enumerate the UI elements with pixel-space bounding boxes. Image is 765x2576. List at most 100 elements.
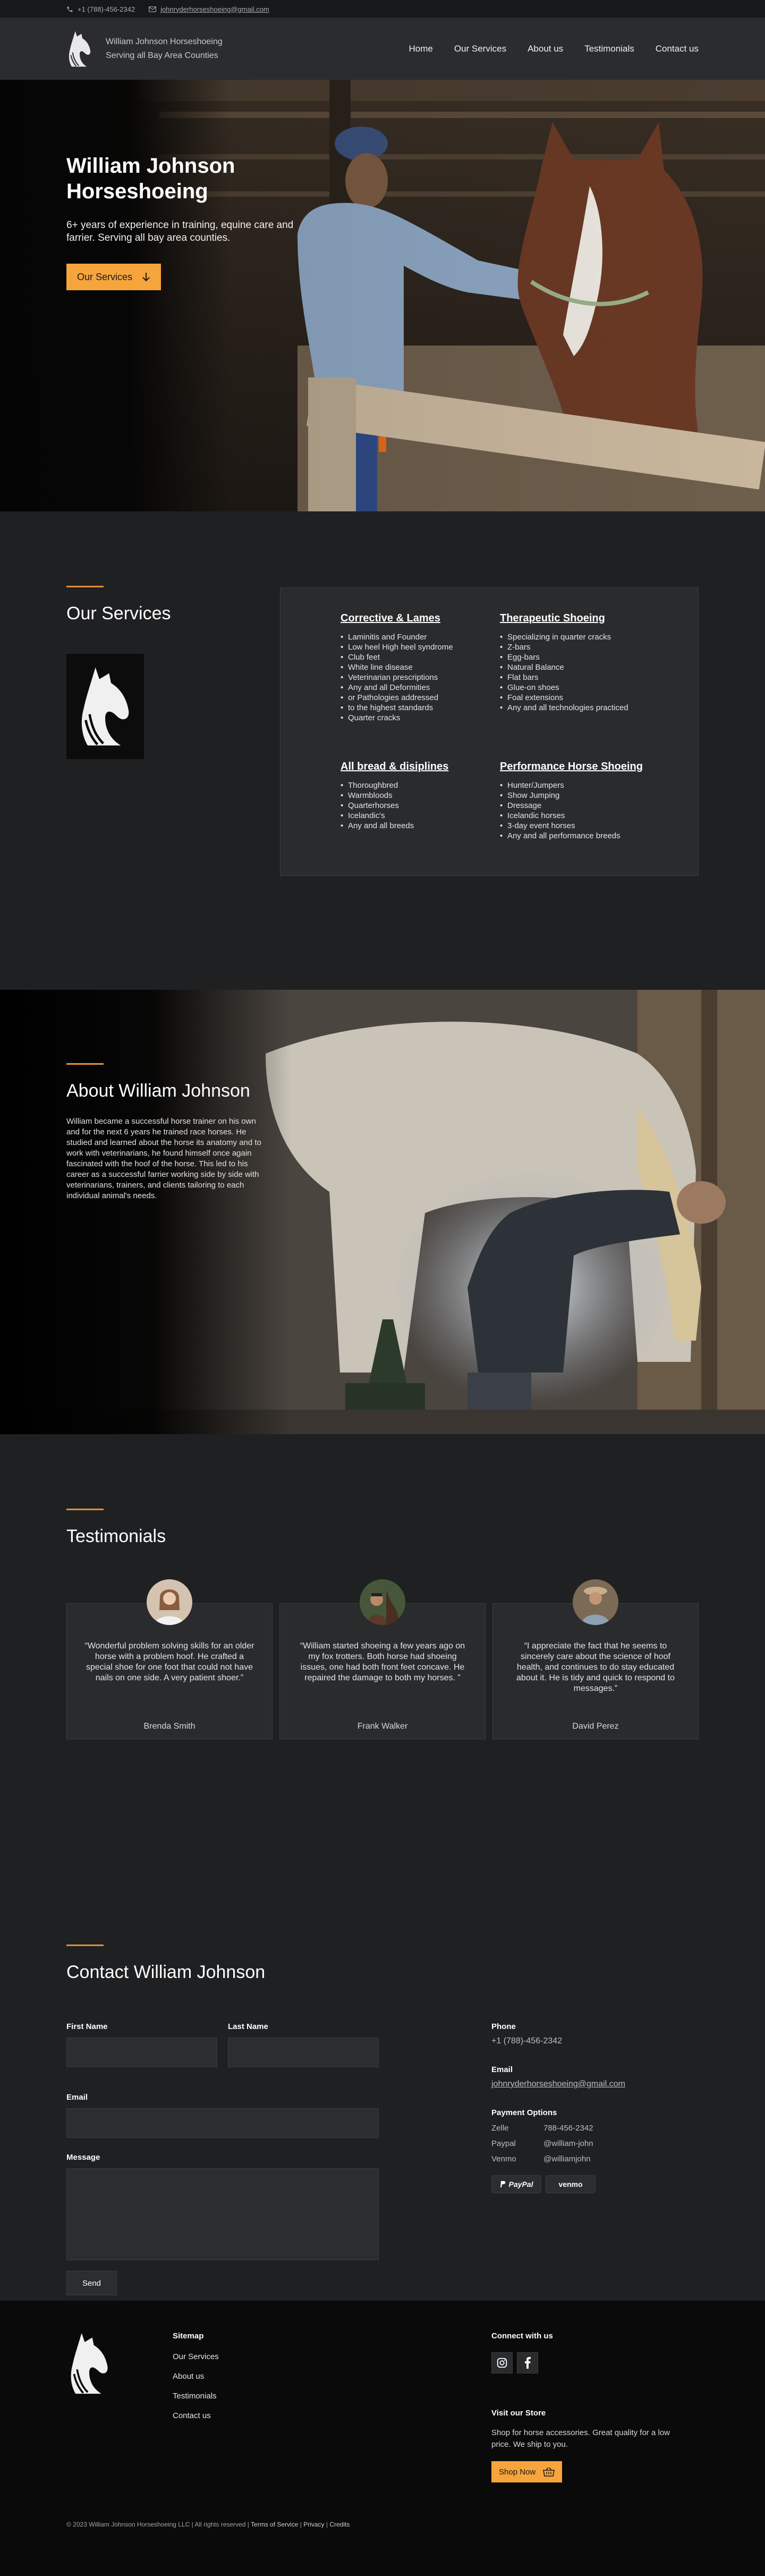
service-list: Hunter/JumpersShow JumpingDressageIcelan… [500, 780, 643, 841]
footer-link-testimonials[interactable]: Testimonials [173, 2392, 219, 2401]
service-list-item: Specializing in quarter cracks [500, 632, 643, 642]
footer-horse-logo-icon [71, 2333, 108, 2394]
last-name-label: Last Name [228, 2022, 268, 2031]
hero-title: William Johnson Horseshoeing [66, 154, 235, 203]
email-input[interactable] [66, 2108, 379, 2138]
send-button[interactable]: Send [66, 2271, 117, 2295]
credits-link[interactable]: Credits [329, 2521, 350, 2528]
store-block: Visit our Store Shop for horse accessori… [491, 2409, 683, 2482]
service-list-item: Z-bars [500, 642, 643, 652]
hero-section: William Johnson Horseshoeing 6+ years of… [0, 80, 765, 511]
topbar-phone-text: +1 (788)-456-2342 [78, 5, 135, 13]
service-title: Performance Horse Shoeing [500, 761, 643, 772]
footer: Sitemap Our Services About us Testimonia… [0, 2301, 765, 2576]
horse-head-image [66, 654, 144, 759]
our-services-button[interactable]: Our Services [66, 264, 162, 290]
email-link[interactable]: johnryderhorseshoeing@gmail.com [491, 2080, 699, 2089]
avatar [360, 1579, 405, 1625]
service-list-item: Low heel High heel syndrome [341, 642, 484, 652]
phone-icon [67, 6, 73, 12]
service-list-item: Veterinarian prescriptions [341, 672, 484, 683]
top-bar: +1 (788)-456-2342 johnryderhorseshoeing@… [0, 0, 765, 18]
avatar [147, 1579, 192, 1625]
service-all-breeds: All bread & disiplines ThoroughbredWarmb… [341, 761, 484, 831]
hero-subtitle: 6+ years of experience in training, equi… [66, 220, 294, 243]
section-divider [66, 1509, 104, 1510]
service-list-item: Egg-bars [500, 652, 643, 662]
topbar-phone[interactable]: +1 (788)-456-2342 [66, 5, 135, 13]
message-textarea[interactable] [66, 2168, 379, 2260]
footer-link-our-services[interactable]: Our Services [173, 2352, 219, 2361]
service-list-item: Icelandic horses [500, 811, 643, 821]
testimonial-author: David Perez [572, 1722, 619, 1731]
facebook-button[interactable] [517, 2352, 538, 2373]
footer-link-about-us[interactable]: About us [173, 2372, 219, 2381]
brand[interactable]: William Johnson Horseshoeing Serving all… [66, 30, 223, 68]
topbar-email[interactable]: johnryderhorseshoeing@gmail.com [149, 5, 269, 13]
first-name-input[interactable] [66, 2038, 217, 2067]
payment-value: @william-john [543, 2139, 593, 2148]
nav-home[interactable]: Home [409, 44, 432, 54]
footer-sitemap: Sitemap Our Services About us Testimonia… [173, 2331, 219, 2431]
paypal-button[interactable]: PayPal [491, 2175, 541, 2193]
instagram-button[interactable] [491, 2352, 513, 2373]
privacy-link[interactable]: Privacy [303, 2521, 324, 2528]
service-performance-shoeing: Performance Horse Shoeing Hunter/Jumpers… [500, 761, 643, 841]
hero-image-farrier-with-horse [0, 80, 765, 511]
service-list-item: Any and all technologies practiced [500, 703, 643, 713]
service-list-item: Glue-on shoes [500, 683, 643, 693]
payment-paypal: Paypal @william-john [491, 2139, 699, 2148]
service-title: Therapeutic Shoeing [500, 612, 605, 624]
testimonial-card: “I appreciate the fact that he seems to … [492, 1579, 699, 1739]
copyright-text: © 2023 William Johnson Horseshoeing LLC … [66, 2521, 249, 2528]
service-title: All bread & disiplines [341, 761, 449, 772]
our-services-button-label: Our Services [77, 271, 133, 282]
nav-contact-us[interactable]: Contact us [656, 44, 699, 54]
testimonial-card: “Wonderful problem solving skills for an… [66, 1579, 273, 1739]
service-list-item: Natural Balance [500, 662, 643, 672]
section-divider [66, 586, 104, 587]
about-title: About William Johnson [66, 1081, 250, 1101]
payment-zelle: Zelle 788-456-2342 [491, 2124, 699, 2133]
services-section: Our Services Corrective & Lames Laminiti… [0, 511, 765, 990]
service-list-item: Club feet [341, 652, 484, 662]
nav-our-services[interactable]: Our Services [454, 44, 506, 54]
service-list-item: Quarter cracks [341, 713, 484, 723]
service-list-item: Foal extensions [500, 693, 643, 703]
service-therapeutic-shoeing: Therapeutic Shoeing Specializing in quar… [500, 612, 643, 713]
service-list: Specializing in quarter cracksZ-barsEgg-… [500, 632, 643, 713]
payment-options-label: Payment Options [491, 2108, 557, 2117]
service-list-item: Laminitis and Founder [341, 632, 484, 642]
shop-now-button[interactable]: Shop Now [491, 2461, 563, 2482]
nav-about-us[interactable]: About us [528, 44, 563, 54]
contact-section: Contact William Johnson First Name Last … [0, 1870, 765, 2301]
store-text: Shop for horse accessories. Great qualit… [491, 2428, 670, 2449]
about-image-farrier-shoeing [0, 990, 765, 1434]
service-title: Corrective & Lames [341, 612, 440, 624]
phone-value[interactable]: +1 (788)-456-2342 [491, 2036, 699, 2046]
main-menu: Home Our Services About us Testimonials … [387, 44, 699, 54]
message-label: Message [66, 2153, 100, 2162]
service-list-item: Quarterhorses [341, 801, 484, 811]
connect-title: Connect with us [491, 2331, 553, 2341]
copyright: © 2023 William Johnson Horseshoeing LLC … [66, 2521, 350, 2528]
store-title: Visit our Store [491, 2409, 546, 2418]
section-divider [66, 1944, 104, 1946]
venmo-button[interactable]: venmo [546, 2175, 596, 2193]
footer-link-contact-us[interactable]: Contact us [173, 2411, 219, 2420]
service-list-item: Flat bars [500, 672, 643, 683]
payment-name: Zelle [491, 2124, 509, 2133]
first-name-label: First Name [66, 2022, 108, 2031]
phone-label: Phone [491, 2022, 516, 2031]
service-list-item: Hunter/Jumpers [500, 780, 643, 790]
service-list-item: Any and all breeds [341, 821, 484, 831]
shop-now-label: Shop Now [499, 2467, 536, 2477]
nav-testimonials[interactable]: Testimonials [584, 44, 634, 54]
testimonials-title: Testimonials [66, 1526, 166, 1546]
about-body: William became a successful horse traine… [66, 1117, 261, 1200]
terms-link[interactable]: Terms of Service [251, 2521, 298, 2528]
service-list-item: White line disease [341, 662, 484, 672]
last-name-input[interactable] [228, 2038, 379, 2067]
service-list-item: to the highest standards [341, 703, 484, 713]
service-list-item: Warmbloods [341, 790, 484, 801]
